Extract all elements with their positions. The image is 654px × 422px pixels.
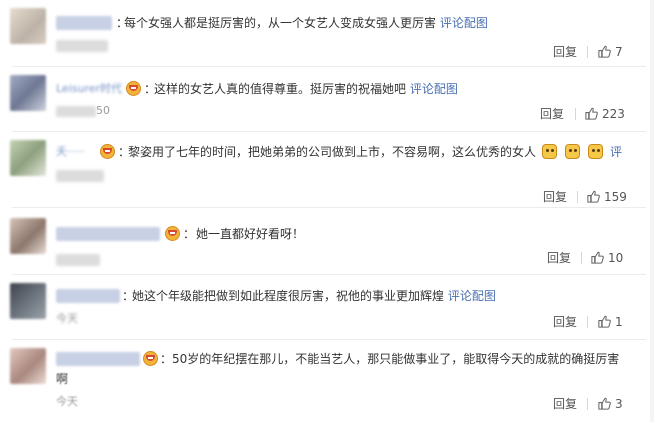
timestamp: 今天: [56, 395, 78, 408]
like-count: 7: [615, 45, 623, 59]
avatar[interactable]: [10, 348, 46, 384]
timestamp: [56, 170, 104, 182]
divider: [577, 191, 578, 203]
avatar[interactable]: [10, 283, 46, 319]
reply-button[interactable]: 回复: [553, 397, 577, 411]
comment-item: 夭····· ： 黎姿用了七年的时间，把她弟弟的公司做到上市，不容易啊，这么优秀…: [0, 132, 654, 207]
comment-image-link[interactable]: 评论配图: [448, 289, 496, 303]
avatar[interactable]: [10, 8, 46, 44]
divider: [587, 46, 588, 58]
comment-item: ········· ： 50岁的年纪摆在那儿，不能当艺人，那只能做事业了，能取得…: [0, 340, 654, 422]
scrollbar[interactable]: [650, 0, 654, 422]
divider: [587, 398, 588, 410]
thumbs-up-icon: [598, 397, 611, 410]
comment-image-link[interactable]: 评论配图: [410, 82, 458, 96]
cat-face-emoji-icon: [588, 144, 603, 159]
timestamp: 50: [56, 105, 110, 117]
like-count: 1: [615, 315, 623, 329]
like-button[interactable]: 1: [597, 315, 627, 329]
username[interactable]: ········: [56, 289, 120, 303]
cat-face-emoji-icon: [565, 144, 580, 159]
comment-text: 黎姿用了七年的时间，把她弟弟的公司做到上市，不容易啊，这么优秀的女人: [128, 145, 537, 159]
comment-text-line2: 啊: [56, 372, 69, 386]
username[interactable]: ·········: [56, 352, 140, 366]
comment-item: ········ ： 她这个年级能把做到如此程度很厉害，祝他的事业更加辉煌 评论…: [0, 275, 654, 339]
comment-item: ·········· ： 她一直都好好看呀！ 回复 10: [0, 208, 654, 274]
reply-button[interactable]: 回复: [553, 315, 577, 329]
like-button[interactable]: 7: [597, 45, 627, 59]
divider: [587, 316, 588, 328]
cat-face-emoji-icon: [542, 144, 557, 159]
comment-image-link[interactable]: 评论配图: [440, 16, 488, 30]
divider: [575, 108, 576, 120]
like-count: 10: [608, 251, 624, 265]
thumbs-up-icon: [591, 251, 604, 264]
timestamp: [56, 254, 100, 266]
comment-text: 她这个年级能把做到如此程度很厉害，祝他的事业更加辉煌 评论配图: [132, 289, 496, 303]
avatar[interactable]: [10, 218, 46, 254]
thumbs-up-icon: [598, 45, 611, 58]
timestamp: [56, 40, 108, 52]
vip-badge-icon: [126, 81, 141, 96]
username[interactable]: ········: [56, 16, 112, 30]
comment-text: 每个女强人都是挺厉害的，从一个女艺人变成女强人更厉害 评论配图: [124, 16, 488, 30]
avatar[interactable]: [10, 140, 46, 176]
username[interactable]: 夭·····: [56, 145, 96, 159]
username[interactable]: Leisurer时代: [56, 82, 128, 96]
vip-badge-icon: [143, 351, 158, 366]
like-button[interactable]: 10: [590, 251, 630, 265]
colon: ：: [183, 227, 196, 241]
comment-text: 她一直都好好看呀！: [196, 227, 305, 241]
comment-text: 这样的女艺人真的值得尊重。挺厉害的祝福她吧 评论配图: [154, 82, 458, 96]
comment-item: ········ ： 每个女强人都是挺厉害的，从一个女艺人变成女强人更厉害 评论…: [0, 0, 654, 66]
like-count: 159: [604, 190, 627, 204]
comment-item: Leisurer时代 ： 这样的女艺人真的值得尊重。挺厉害的祝福她吧 评论配图 …: [0, 67, 654, 131]
reply-button[interactable]: 回复: [543, 190, 567, 204]
comment-text: 50岁的年纪摆在那儿，不能当艺人，那只能做事业了，能取得今天的成就的确挺厉害: [172, 352, 620, 366]
like-button[interactable]: 3: [597, 397, 627, 411]
like-count: 223: [602, 107, 625, 121]
thumbs-up-icon: [587, 190, 600, 203]
like-button[interactable]: 223: [584, 107, 634, 121]
reply-button[interactable]: 回复: [553, 45, 577, 59]
vip-badge-icon: [100, 144, 115, 159]
thumbs-up-icon: [598, 315, 611, 328]
avatar[interactable]: [10, 75, 46, 111]
colon: ：: [160, 352, 173, 366]
reply-button[interactable]: 回复: [540, 107, 564, 121]
like-button[interactable]: 159: [586, 190, 636, 204]
divider: [581, 252, 582, 264]
vip-badge-icon: [165, 226, 180, 241]
comment-image-link[interactable]: 评: [610, 144, 622, 160]
username[interactable]: ··········: [56, 227, 160, 241]
reply-button[interactable]: 回复: [547, 251, 571, 265]
timestamp: 今天: [56, 312, 78, 325]
thumbs-up-icon: [585, 107, 598, 120]
like-count: 3: [615, 397, 623, 411]
